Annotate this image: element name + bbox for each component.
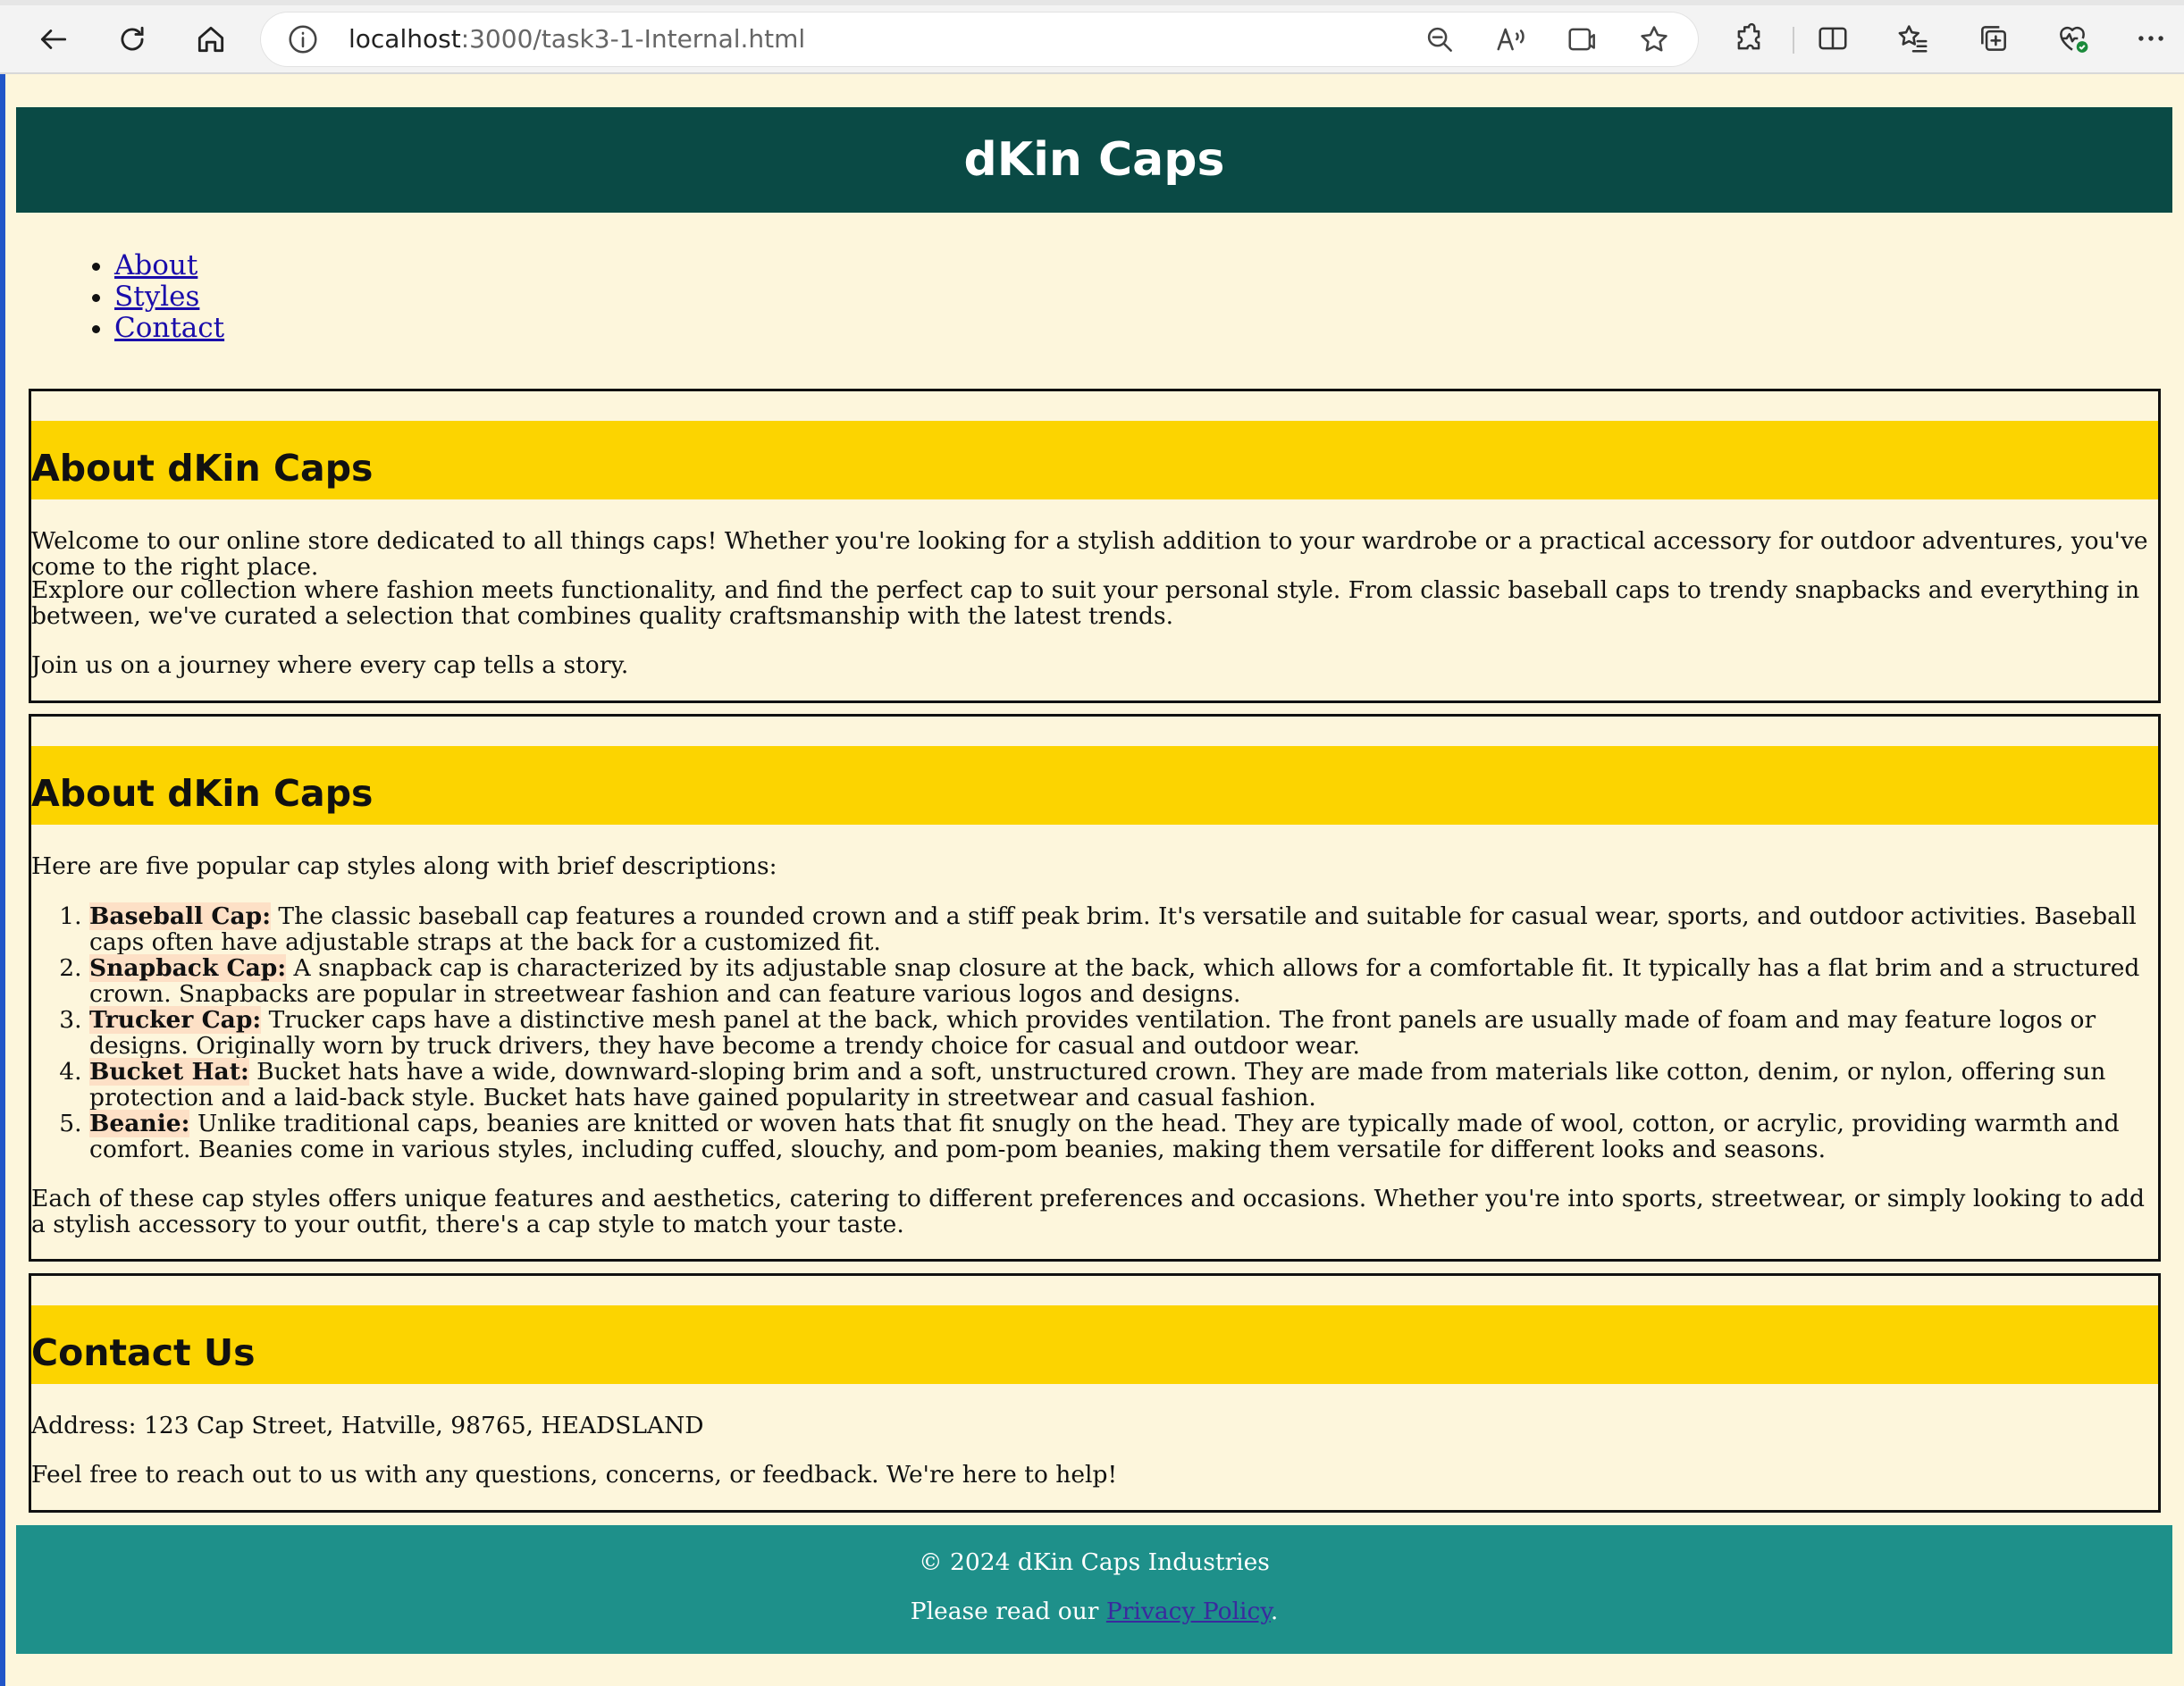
back-button[interactable] xyxy=(29,14,79,64)
nav-item-contact: Contact xyxy=(114,313,224,344)
back-arrow-icon xyxy=(40,29,67,49)
refresh-button[interactable] xyxy=(107,14,157,64)
cap-style-item: Bucket Hat: Bucket hats have a wide, dow… xyxy=(89,1058,2158,1111)
browser-toolbar: localhost:3000/task3-1-Internal.html xyxy=(0,0,2184,74)
styles-outro: Each of these cap styles offers unique f… xyxy=(31,1185,2145,1238)
about-heading: About dKin Caps xyxy=(31,447,374,490)
nav-item-styles: Styles xyxy=(114,281,224,313)
home-button[interactable] xyxy=(186,14,236,64)
nav-link-styles[interactable]: Styles xyxy=(114,281,199,313)
url-path: :3000/task3-1-Internal.html xyxy=(460,24,806,54)
nav-link-contact[interactable]: Contact xyxy=(114,312,224,344)
cap-style-name: Beanie: xyxy=(89,1110,190,1137)
toolbar-separator xyxy=(1793,27,1794,54)
about-paragraph-2: Explore our collection where fashion mee… xyxy=(31,576,2140,630)
cap-style-description: A snapback cap is characterized by its a… xyxy=(89,954,2140,1008)
privacy-policy-link[interactable]: Privacy Policy xyxy=(1106,1598,1271,1625)
cap-style-description: The classic baseball cap features a roun… xyxy=(89,902,2137,956)
cap-style-item: Trucker Cap: Trucker caps have a distinc… xyxy=(89,1006,2158,1060)
browser-essentials-heart-icon[interactable] xyxy=(2055,21,2091,57)
about-paragraph-3: Join us on a journey where every cap tel… xyxy=(31,651,629,679)
home-icon xyxy=(197,26,224,53)
cap-style-name: Snapback Cap: xyxy=(89,954,287,982)
site-footer: © 2024 dKin Caps Industries Please read … xyxy=(16,1525,2172,1654)
window-edge xyxy=(0,74,5,1686)
site-title: dKin Caps xyxy=(963,133,1225,187)
contact-address: Address: 123 Cap Street, Hatville, 98765… xyxy=(31,1412,704,1439)
refresh-icon xyxy=(121,26,144,51)
tab-strip-edge xyxy=(0,0,2184,5)
privacy-suffix: . xyxy=(1270,1598,1279,1625)
site-info-icon[interactable] xyxy=(286,22,320,56)
favorites-list-icon[interactable] xyxy=(1896,21,1932,57)
cap-style-name: Trucker Cap: xyxy=(89,1006,262,1034)
contact-heading: Contact Us xyxy=(31,1331,256,1374)
favorite-star-icon[interactable] xyxy=(1637,22,1671,56)
styles-intro: Here are five popular cap styles along w… xyxy=(31,852,777,880)
address-bar[interactable]: localhost:3000/task3-1-Internal.html xyxy=(261,13,1698,66)
collections-icon[interactable] xyxy=(1977,21,2012,57)
privacy-prefix: Please read our xyxy=(910,1598,1106,1625)
zoom-out-icon[interactable] xyxy=(1423,22,1457,56)
cap-styles-list: Baseball Cap: The classic baseball cap f… xyxy=(31,902,2158,1163)
about-section: About dKin Caps Welcome to our online st… xyxy=(29,389,2161,703)
about-paragraph-1: Welcome to our online store dedicated to… xyxy=(31,527,2148,581)
styles-heading: About dKin Caps xyxy=(31,772,374,815)
contact-note: Feel free to reach out to us with any qu… xyxy=(31,1461,1118,1489)
cap-style-description: Trucker caps have a distinctive mesh pan… xyxy=(89,1006,2096,1060)
contact-section: Contact Us Address: 123 Cap Street, Hatv… xyxy=(29,1273,2161,1513)
main-nav: About Styles Contact xyxy=(86,250,224,344)
read-aloud-icon[interactable] xyxy=(1494,22,1528,56)
url-text[interactable]: localhost:3000/task3-1-Internal.html xyxy=(349,24,805,54)
footer-privacy-line: Please read our Privacy Policy. xyxy=(16,1598,2172,1625)
more-options-icon[interactable] xyxy=(2134,21,2170,57)
nav-link-about[interactable]: About xyxy=(114,249,197,281)
site-header: dKin Caps xyxy=(16,107,2172,213)
cap-style-description: Unlike traditional caps, beanies are kni… xyxy=(89,1110,2120,1163)
immersive-reader-icon[interactable] xyxy=(1566,22,1600,56)
cap-style-description: Bucket hats have a wide, downward-slopin… xyxy=(89,1058,2106,1111)
url-host: localhost xyxy=(349,24,461,54)
cap-style-item: Snapback Cap: A snapback cap is characte… xyxy=(89,954,2158,1008)
footer-copyright: © 2024 dKin Caps Industries xyxy=(919,1548,1270,1576)
split-screen-icon[interactable] xyxy=(1816,21,1852,57)
contact-heading-bar xyxy=(31,1305,2158,1384)
styles-section: About dKin Caps Here are five popular ca… xyxy=(29,714,2161,1262)
nav-item-about: About xyxy=(114,250,224,281)
extensions-puzzle-icon[interactable] xyxy=(1732,21,1768,57)
cap-style-name: Baseball Cap: xyxy=(89,902,271,930)
cap-style-name: Bucket Hat: xyxy=(89,1058,249,1086)
cap-style-item: Beanie: Unlike traditional caps, beanies… xyxy=(89,1110,2158,1163)
cap-style-item: Baseball Cap: The classic baseball cap f… xyxy=(89,902,2158,956)
